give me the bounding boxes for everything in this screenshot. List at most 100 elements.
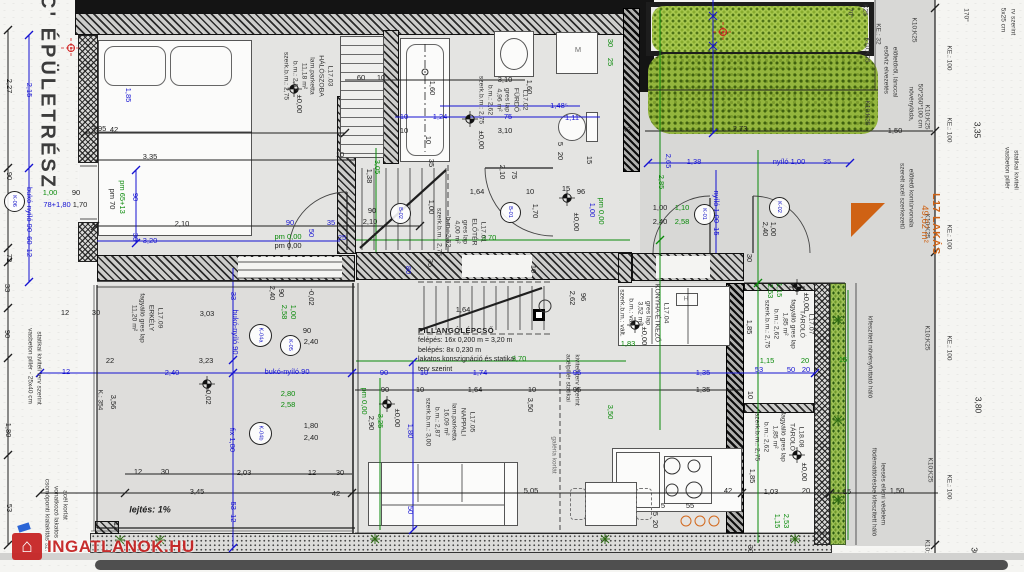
stair-note-line: belépés: 8x 0,230 m: [418, 346, 516, 355]
dim-label: 10: [420, 369, 428, 377]
dim-label: 30: [131, 233, 139, 241]
dim-label: 30: [336, 469, 344, 477]
progress-bar[interactable]: [95, 560, 1008, 570]
dim-label: 90: [5, 172, 13, 180]
dim-label: 3,03: [200, 310, 215, 318]
dim-label: 1,80: [406, 424, 414, 439]
dim-label: 10: [529, 265, 537, 273]
level-mark-icon: [563, 194, 567, 198]
dim-label: 90: [286, 219, 294, 227]
dim-label: 2,40: [268, 286, 276, 301]
dim-label: 78+1,80: [43, 201, 70, 209]
fixture-circle: [539, 300, 551, 312]
dim-label: 3,23: [199, 357, 214, 365]
dim-label: előtetőről, lánccal: [891, 47, 898, 98]
dim-label: pm 0,00: [360, 387, 368, 414]
dim-label: 1,70: [73, 201, 88, 209]
dim-label: 2,73: [733, 125, 748, 133]
dim-label: 60: [357, 74, 365, 82]
dim-label: 3,80: [974, 397, 983, 414]
dim-label: K25: [861, 4, 868, 16]
dim-label: fix 1,80: [228, 428, 236, 452]
dim-label: 1,10: [675, 204, 690, 212]
dim-label: szerelt acél szerkezetű: [898, 163, 905, 229]
dim-label: előtető kontúrvonala: [907, 169, 914, 228]
dim-label: 2,53: [782, 514, 790, 529]
dim-label: 15: [843, 488, 851, 496]
dim-label: 2,10: [175, 220, 190, 228]
dim-label: 35: [823, 158, 831, 166]
dim-label: 1,80: [4, 423, 12, 438]
dim-label: 15: [562, 185, 570, 193]
dim-label: 30: [745, 254, 753, 262]
slope-note: lejtés: 1%: [129, 505, 171, 514]
dim-label: KE.: 100: [945, 475, 952, 500]
opening-marker-b-01: B-01: [500, 202, 521, 223]
dim-label: statikai kiviteli: [1012, 150, 1019, 190]
dim-label: 1,38: [687, 158, 702, 166]
dim-label: 10: [526, 188, 534, 196]
fixture-circle: [688, 460, 700, 472]
dim-label: 1,00: [588, 203, 596, 218]
room-tarolo1: L17.07 TÁROLÓ fagyálló gres lap 1,85 m² …: [762, 299, 815, 349]
dim-label: KE.: 32: [874, 23, 881, 44]
dim-label: 2,40: [304, 338, 319, 346]
dim-label: 15: [585, 156, 593, 164]
dim-label: 42: [332, 490, 340, 498]
house-logo-icon: ⌂: [12, 533, 42, 560]
dim-label: 15: [839, 356, 847, 364]
room-halo: L17.03 HÁLÓSZOBA lam.parketta 11,18 m² b…: [281, 52, 334, 100]
dim-label: 96: [579, 293, 587, 301]
dim-label: 35: [427, 159, 435, 167]
dim-label: 1,38: [365, 169, 373, 184]
dim-label: 1,15: [773, 514, 781, 529]
dim-label: 53: [755, 366, 763, 374]
dim-label: 1,24: [433, 113, 448, 121]
dim-label: 1,80: [304, 422, 319, 430]
dim-label: növényláda,: [907, 86, 914, 121]
dim-label: 42: [724, 487, 732, 495]
apartment-code: L17 LAKÁS: [930, 184, 942, 264]
dim-label: 30: [746, 545, 754, 553]
dim-label: nyíló 1,00: [773, 158, 806, 166]
fixture-circle: [681, 516, 691, 526]
marker-label: K-06: [11, 195, 17, 207]
dim-label: 2,40: [165, 369, 180, 377]
dim-label: 90: [381, 386, 389, 394]
level-mark-icon: [203, 380, 207, 384]
stair-note-line: terv szerint: [418, 365, 516, 374]
dim-label: 2,58: [280, 305, 288, 320]
stair-note-title: PILLANGÓLÉPCSŐ: [418, 326, 516, 336]
stair-note-line: felépés: 16x 0,200 m = 3,20 m: [418, 336, 516, 345]
dim-label: ±0,00: [477, 131, 485, 150]
fixture-circle: [709, 516, 719, 526]
dim-label: 2,10: [363, 218, 378, 226]
dim-label: 1,50: [890, 487, 905, 495]
dim-label: -0,02: [204, 387, 212, 404]
dim-label: 2,40: [761, 222, 769, 237]
marker-label: B-01: [507, 206, 513, 218]
dim-label: 1,00: [43, 189, 58, 197]
dim-label: 2,58: [675, 218, 690, 226]
watermark-text: INGATLANOK.HU: [47, 537, 195, 557]
dim-label: ±0,00: [393, 409, 401, 428]
dim-label: 42: [623, 126, 631, 134]
room-eloter: L17.01 ELŐTÉR gres lap 4,00 m² b.m.: 2,6…: [434, 208, 487, 256]
opening-marker-k-01: K-01: [694, 204, 715, 225]
apartment-area: 49,62 m²: [919, 184, 930, 264]
room-konyha: L17.04 KONYHA-ÉTKEZŐ gres lap 3,52 m² b.…: [617, 284, 670, 342]
dim-label: galéria korlát: [550, 436, 557, 473]
dim-label: K10;K25: [926, 458, 933, 483]
marker-label: K-02: [776, 201, 782, 213]
dim-label: 90: [277, 289, 285, 297]
door-swing-b01: [485, 168, 553, 236]
dim-label: 90: [3, 330, 11, 338]
room-erkely: L17.09 ERKÉLY fagyálló gres lap 11,20 m²: [128, 293, 163, 343]
dim-label: 2,53: [766, 284, 774, 299]
dim-label: 35: [327, 219, 335, 227]
dim-label: 90: [131, 193, 139, 201]
fixture-circle: [686, 482, 702, 498]
stair-note: PILLANGÓLÉPCSŐ felépés: 16x 0,200 m = 3,…: [418, 326, 516, 374]
dim-label: pm 65+13: [118, 180, 126, 214]
hob-label: H: [684, 297, 689, 304]
